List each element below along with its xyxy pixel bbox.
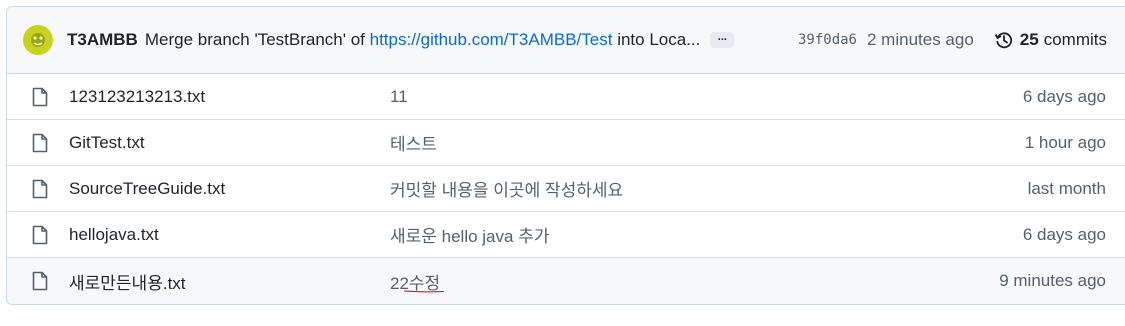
file-row[interactable]: 새로만든내용.txt 22수정 9 minutes ago bbox=[7, 258, 1125, 304]
file-commit-message[interactable]: 새로운 hello java 추가 bbox=[390, 222, 549, 247]
file-icon bbox=[32, 179, 48, 199]
file-name[interactable]: 새로만든내용.txt bbox=[69, 269, 186, 294]
file-name[interactable]: GitTest.txt bbox=[69, 133, 145, 153]
commits-count: 25 bbox=[1019, 30, 1039, 49]
file-name[interactable]: SourceTreeGuide.txt bbox=[69, 179, 225, 199]
file-name[interactable]: 123123213213.txt bbox=[69, 87, 205, 107]
commits-label: commits bbox=[1043, 30, 1107, 49]
commit-author[interactable]: T3AMBB bbox=[67, 30, 138, 50]
file-icon bbox=[32, 225, 48, 245]
commit-message[interactable]: Merge branch 'TestBranch' of https://git… bbox=[145, 30, 701, 50]
file-commit-message[interactable]: 테스트 bbox=[390, 130, 437, 155]
avatar[interactable] bbox=[23, 25, 53, 55]
commit-message-suffix: into Loca... bbox=[617, 30, 701, 49]
history-icon bbox=[994, 32, 1012, 49]
file-commit-message[interactable]: 11 bbox=[390, 87, 408, 107]
file-name[interactable]: hellojava.txt bbox=[69, 225, 159, 245]
red-underline-annotation bbox=[404, 290, 444, 293]
file-commit-time: 6 days ago bbox=[1022, 224, 1106, 244]
commit-message-prefix: Merge branch 'TestBranch' of bbox=[144, 30, 365, 49]
file-commit-time: 9 minutes ago bbox=[999, 271, 1106, 290]
file-commit-message[interactable]: 커밋할 내용을 이곳에 작성하세요 bbox=[390, 176, 623, 201]
file-row[interactable]: SourceTreeGuide.txt 커밋할 내용을 이곳에 작성하세요 la… bbox=[7, 166, 1125, 212]
latest-commit-bar: T3AMBB Merge branch 'TestBranch' of http… bbox=[7, 7, 1125, 74]
file-commit-time: 1 hour ago bbox=[1024, 132, 1106, 152]
file-row[interactable]: 123123213213.txt 11 6 days ago bbox=[7, 74, 1125, 120]
file-commit-time: last month bbox=[1027, 178, 1106, 198]
file-row[interactable]: GitTest.txt 테스트 1 hour ago bbox=[7, 120, 1125, 166]
file-row[interactable]: hellojava.txt 새로운 hello java 추가 6 days a… bbox=[7, 212, 1125, 258]
commit-meta: 39f0da6 2 minutes ago 25 commits bbox=[798, 7, 1107, 73]
file-icon bbox=[32, 271, 48, 291]
commit-time: 2 minutes ago bbox=[867, 30, 974, 49]
file-icon bbox=[32, 133, 48, 153]
avatar-identicon-icon bbox=[31, 33, 45, 47]
file-icon bbox=[32, 87, 48, 107]
file-browser: T3AMBB Merge branch 'TestBranch' of http… bbox=[6, 6, 1125, 305]
commit-sha[interactable]: 39f0da6 bbox=[798, 32, 857, 48]
expand-message-button[interactable]: ... bbox=[710, 32, 735, 48]
file-commit-time: 6 days ago bbox=[1022, 86, 1106, 106]
commit-message-link[interactable]: https://github.com/T3AMBB/Test bbox=[370, 30, 613, 49]
commits-history-link[interactable]: 25 commits bbox=[994, 30, 1107, 50]
